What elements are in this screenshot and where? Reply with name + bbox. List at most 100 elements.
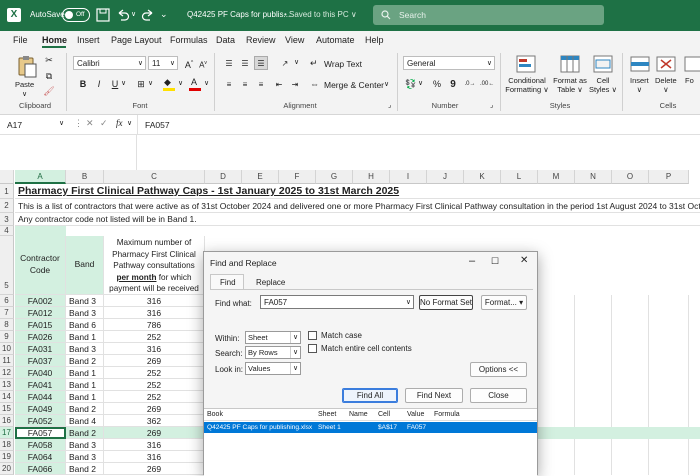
cell-code[interactable]: FA041 (15, 379, 66, 391)
format-as-table-icon[interactable] (560, 55, 580, 73)
menu-home[interactable]: Home (42, 35, 67, 45)
paste-dropdown-icon[interactable]: ∨ (22, 90, 27, 99)
format-cells-button[interactable]: Fo (685, 76, 694, 85)
no-format-set-button[interactable]: No Format Set (419, 295, 473, 310)
header-band[interactable]: Band (66, 236, 104, 295)
conditional-formatting-button[interactable]: Conditional Formatting ∨ (505, 76, 549, 94)
bottom-align-icon[interactable]: ☰ (254, 56, 268, 70)
decrease-indent-icon[interactable]: ⇤ (272, 77, 286, 91)
enter-icon[interactable]: ✓ (100, 118, 108, 129)
results-col-value[interactable]: Value (407, 411, 424, 418)
cell-max[interactable]: 269 (104, 403, 205, 415)
cell-code[interactable]: FA026 (15, 331, 66, 343)
increase-indent-icon[interactable]: ⇥ (288, 77, 302, 91)
column-header-k[interactable]: K (464, 170, 501, 184)
menu-data[interactable]: Data (216, 35, 235, 45)
paste-button[interactable]: Paste (15, 80, 34, 89)
match-entire-checkbox[interactable] (308, 344, 317, 353)
search-box[interactable]: Search (373, 5, 604, 25)
cell-band[interactable]: Band 3 (66, 451, 104, 463)
tab-find[interactable]: Find (210, 274, 244, 289)
fx-dropdown-icon[interactable]: ∨ (127, 119, 132, 127)
cell-band[interactable]: Band 2 (66, 463, 104, 475)
sheet-title-cell[interactable]: Pharmacy First Clinical Pathway Caps - 1… (15, 184, 700, 199)
middle-align-icon[interactable]: ☰ (238, 56, 252, 70)
number-format-select[interactable]: General ∨ (403, 56, 495, 70)
cell-band[interactable]: Band 3 (66, 439, 104, 451)
cell-band[interactable]: Band 2 (66, 427, 104, 439)
cell-styles-icon[interactable] (593, 55, 613, 73)
cell-max[interactable]: 316 (104, 439, 205, 451)
cell-max[interactable]: 252 (104, 331, 205, 343)
align-right-icon[interactable]: ≡ (254, 77, 268, 91)
close-button[interactable]: Close (470, 388, 527, 403)
percent-button[interactable]: % (430, 77, 444, 91)
menu-insert[interactable]: Insert (77, 35, 100, 45)
row-header-2[interactable]: 2 (0, 199, 14, 213)
insert-cells-button[interactable]: Insert ∨ (630, 76, 649, 94)
cut-icon[interactable]: ✂ (42, 53, 56, 67)
comma-style-button[interactable]: 9 (446, 77, 460, 91)
format-button[interactable]: Format... ▾ (481, 295, 527, 310)
column-header-a[interactable]: A (15, 170, 66, 184)
delete-cells-button[interactable]: Delete ∨ (655, 76, 677, 94)
tab-replace[interactable]: Replace (256, 278, 285, 287)
column-header-h[interactable]: H (353, 170, 390, 184)
results-col-cell[interactable]: Cell (378, 411, 390, 418)
delete-cells-icon[interactable] (656, 55, 676, 73)
results-list[interactable]: Book Sheet Name Cell Value Formula Q4242… (204, 408, 537, 476)
cell-max[interactable]: 269 (104, 355, 205, 367)
find-next-button[interactable]: Find Next (405, 388, 463, 403)
cell-code[interactable]: FA049 (15, 403, 66, 415)
menu-formulas[interactable]: Formulas (170, 35, 208, 45)
look-in-select[interactable]: Values ∨ (245, 362, 301, 375)
redo-icon[interactable] (140, 7, 156, 23)
cell-max[interactable]: 252 (104, 379, 205, 391)
cell-code[interactable]: FA057 (15, 427, 66, 439)
format-cells-icon[interactable] (684, 55, 700, 73)
cell-max[interactable]: 269 (104, 427, 205, 439)
formula-input[interactable]: FA057 (145, 120, 170, 130)
menu-help[interactable]: Help (365, 35, 384, 45)
within-select[interactable]: Sheet ∨ (245, 331, 301, 344)
cancel-icon[interactable]: ✕ (86, 118, 94, 129)
column-header-n[interactable]: N (575, 170, 612, 184)
match-case-checkbox[interactable] (308, 331, 317, 340)
row-header-3[interactable]: 3 (0, 213, 14, 226)
column-header-o[interactable]: O (612, 170, 649, 184)
row-header-12[interactable]: 12 (0, 367, 14, 379)
cell-band[interactable]: Band 6 (66, 319, 104, 331)
align-left-icon[interactable]: ≡ (222, 77, 236, 91)
row-header-1[interactable]: 1 (0, 184, 14, 199)
column-header-m[interactable]: M (538, 170, 575, 184)
cell-band[interactable]: Band 4 (66, 415, 104, 427)
cell-code[interactable]: FA066 (15, 463, 66, 475)
cell-code[interactable]: FA040 (15, 367, 66, 379)
column-header-b[interactable]: B (66, 170, 104, 184)
name-box-dropdown-icon[interactable]: ∨ (59, 119, 64, 127)
cell-max[interactable]: 269 (104, 463, 205, 475)
conditional-formatting-icon[interactable] (516, 55, 536, 73)
cell-code[interactable]: FA037 (15, 355, 66, 367)
decrease-decimal-icon[interactable]: .00← (479, 77, 494, 91)
row-header-5[interactable]: 5 (0, 236, 14, 295)
row-header-13[interactable]: 13 (0, 379, 14, 391)
borders-icon[interactable]: ⊞ (134, 77, 148, 91)
column-header-c[interactable]: C (104, 170, 205, 184)
cell-band[interactable]: Band 3 (66, 307, 104, 319)
underline-button[interactable]: U (108, 77, 122, 91)
description-cell[interactable]: This is a list of contractors that were … (15, 199, 700, 213)
row-header-9[interactable]: 9 (0, 331, 14, 343)
row-header-8[interactable]: 8 (0, 319, 14, 331)
minimize-icon[interactable]: – (469, 255, 475, 267)
format-painter-icon[interactable]: 🖌 (42, 84, 56, 98)
note-cell[interactable]: Any contractor code not listed will be i… (15, 213, 700, 226)
maximize-icon[interactable]: ☐ (491, 256, 499, 267)
row-header-14[interactable]: 14 (0, 391, 14, 403)
header-max-consultations[interactable]: Maximum number of Pharmacy First Clinica… (104, 236, 205, 295)
results-col-book[interactable]: Book (207, 411, 223, 418)
row-header-20[interactable]: 20 (0, 463, 14, 475)
font-name-select[interactable]: Calibri ∨ (73, 56, 146, 70)
insert-function-button[interactable]: fx (116, 118, 123, 128)
increase-font-icon[interactable]: A^ (182, 56, 196, 70)
